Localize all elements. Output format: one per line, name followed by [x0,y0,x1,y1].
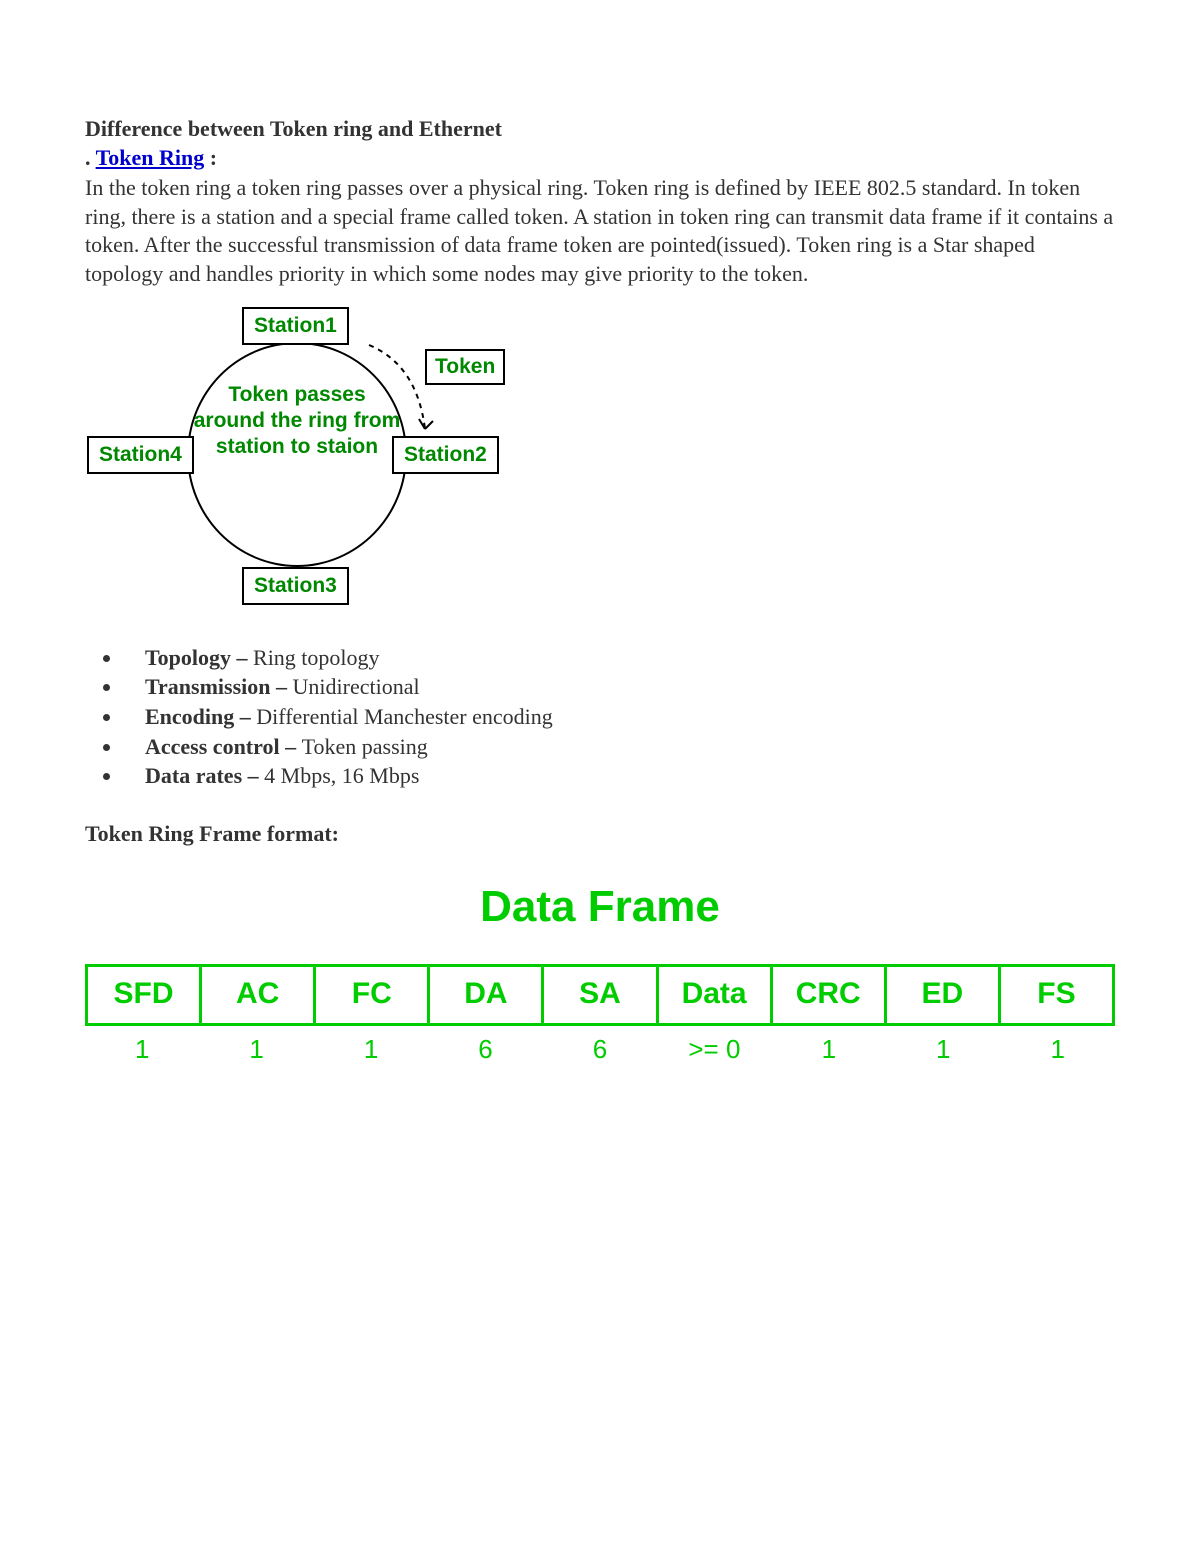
frame-field-cell: FS [1001,964,1115,1026]
frame-size-cell: 6 [428,1034,542,1065]
data-frame-fields-row: SFD AC FC DA SA Data CRC ED FS [85,964,1115,1026]
frame-field-cell: SFD [88,964,202,1026]
token-label-box: Token [425,349,505,385]
station4-box: Station4 [87,436,194,474]
page-title: Difference between Token ring and Ethern… [85,115,1115,144]
frame-field-cell: SA [544,964,658,1026]
frame-size-cell: 1 [314,1034,428,1065]
data-frame-sizes-row: 1 1 1 6 6 >= 0 1 1 1 [85,1034,1115,1065]
list-item: Encoding – Differential Manchester encod… [123,702,1115,732]
bullet-value: Unidirectional [293,674,420,699]
list-item: Transmission – Unidirectional [123,672,1115,702]
token-ring-properties-list: Topology – Ring topology Transmission – … [85,643,1115,791]
token-ring-diagram: Token passes around the ring from statio… [87,307,507,627]
intro-paragraph: In the token ring a token ring passes ov… [85,174,1115,288]
frame-field-cell: DA [430,964,544,1026]
frame-field-cell: FC [316,964,430,1026]
station1-box: Station1 [242,307,349,345]
bullet-label: Topology – [145,645,253,670]
station3-box: Station3 [242,567,349,605]
list-item: Access control – Token passing [123,732,1115,762]
bullet-value: Token passing [302,734,428,759]
frame-field-cell: Data [659,964,773,1026]
frame-size-cell: 1 [886,1034,1000,1065]
frame-field-cell: CRC [773,964,887,1026]
frame-size-cell: 6 [543,1034,657,1065]
frame-size-cell: 1 [1001,1034,1115,1065]
ring-center-text: Token passes around the ring from statio… [192,382,402,461]
frame-size-cell: 1 [772,1034,886,1065]
data-frame-diagram: Data Frame SFD AC FC DA SA Data CRC ED F… [85,882,1115,1065]
token-ring-heading-line: . Token Ring : [85,144,1115,173]
frame-format-heading: Token Ring Frame format: [85,821,1115,847]
list-item: Data rates – 4 Mbps, 16 Mbps [123,761,1115,791]
bullet-label: Transmission – [145,674,293,699]
bullet-value: Ring topology [253,645,380,670]
data-frame-title: Data Frame [85,882,1115,932]
station2-box: Station2 [392,436,499,474]
frame-field-cell: ED [887,964,1001,1026]
colon-suffix: : [204,145,217,170]
document-page: Difference between Token ring and Ethern… [0,0,1200,1553]
bullet-label: Access control – [145,734,302,759]
bullet-label: Encoding – [145,704,256,729]
token-ring-link[interactable]: Token Ring [96,145,205,170]
bullet-value: 4 Mbps, 16 Mbps [264,763,419,788]
bullet-value: Differential Manchester encoding [256,704,552,729]
list-item: Topology – Ring topology [123,643,1115,673]
bullet-label: Data rates – [145,763,264,788]
frame-size-cell: 1 [199,1034,313,1065]
frame-field-cell: AC [202,964,316,1026]
dot-prefix: . [85,145,96,170]
frame-size-cell: 1 [85,1034,199,1065]
frame-size-cell: >= 0 [657,1034,771,1065]
